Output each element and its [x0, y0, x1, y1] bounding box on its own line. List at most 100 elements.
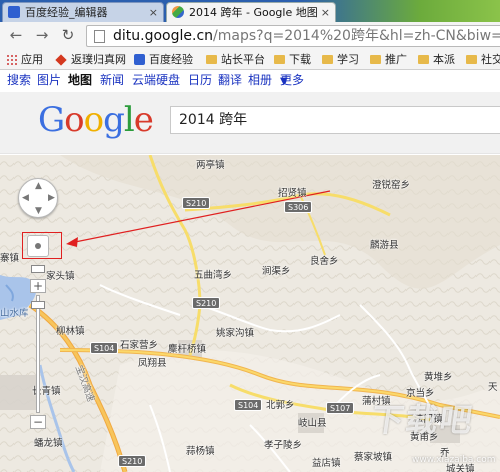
tab-label: 2014 跨年 - Google 地图 [189, 6, 318, 19]
road-shield: S210 [118, 455, 147, 467]
road-shield: S104 [234, 399, 263, 411]
watermark-logo: 下载吧 [369, 401, 477, 439]
google-maps-favicon-icon [172, 6, 184, 18]
google-logo[interactable]: Google [38, 100, 154, 140]
road-shield: S306 [284, 201, 313, 213]
bookmark-folder-benpai[interactable]: 本派 [418, 50, 455, 69]
place-label: 两亭镇 [196, 160, 225, 171]
place-label: 岐山县 [298, 418, 327, 429]
nav-more-label: 更多 [280, 73, 305, 87]
address-bar[interactable]: ditu.google.cn/maps?q=2014%20跨年&hl=zh-CN… [86, 25, 500, 47]
bookmark-label: 学习 [337, 53, 359, 66]
bookmark-site-icon [134, 54, 145, 65]
close-icon[interactable]: × [321, 3, 330, 22]
url-path: /maps?q=2014%20跨年&hl=zh-CN&biw=8 [213, 28, 500, 44]
folder-icon [418, 55, 429, 64]
water-label: 山水库 [0, 308, 29, 319]
place-label: 麇杆桥镇 [168, 344, 207, 355]
bookmark-folder-promotion[interactable]: 推广 [370, 50, 407, 69]
google-header: Google 2014 跨年 [0, 92, 500, 154]
pegman-handle-icon[interactable] [31, 265, 45, 273]
folder-icon [274, 55, 285, 64]
search-input[interactable]: 2014 跨年 [170, 106, 500, 134]
nav-photos[interactable]: 相册 [248, 70, 272, 91]
zoom-in-button[interactable]: + [30, 279, 46, 293]
annotation-highlight-box [22, 232, 62, 259]
bookmark-fanpu[interactable]: 返璞归真网 [55, 50, 126, 69]
road-shield: S104 [90, 342, 119, 354]
nav-calendar[interactable]: 日历 [188, 70, 212, 91]
bookmark-apps[interactable]: 应用 [6, 50, 43, 69]
zoom-slider-track[interactable] [36, 295, 40, 413]
place-label: 天 [488, 382, 498, 393]
folder-icon [370, 55, 381, 64]
pan-left-icon[interactable]: ◀ [22, 194, 29, 203]
road-shield: S107 [326, 402, 355, 414]
place-label: 澄锐窑乡 [372, 180, 411, 191]
bookmark-label: 应用 [21, 53, 43, 66]
watermark-url: www.xiazaiba.com [412, 455, 496, 465]
bookmark-label: 推广 [385, 53, 407, 66]
nav-images[interactable]: 图片 [37, 70, 61, 91]
place-label: 益店镇 [312, 458, 341, 469]
bookmark-folder-download[interactable]: 下载 [274, 50, 311, 69]
browser-toolbar: ← → ↻ ditu.google.cn/maps?q=2014%20跨年&hl… [0, 22, 500, 50]
place-label: 凤翔县 [138, 358, 167, 369]
place-label: 家头镇 [46, 271, 75, 282]
place-label: 石家营乡 [120, 340, 159, 351]
pan-down-icon[interactable]: ▼ [35, 207, 42, 216]
apps-icon [6, 54, 17, 65]
tab-label: 百度经验_编辑器 [25, 6, 108, 19]
nav-search[interactable]: 搜索 [7, 70, 31, 91]
place-label: 麟游县 [370, 240, 399, 251]
tab-baidu-editor[interactable]: 百度经验_编辑器 × [2, 2, 164, 22]
pan-right-icon[interactable]: ▶ [48, 194, 55, 203]
map-canvas[interactable]: 两亭镇 招贤镇 澄锐窑乡 麟游县 良舍乡 五曲湾乡 涧渠乡 石家营乡 姚家沟镇 … [0, 155, 500, 472]
tab-google-maps[interactable]: 2014 跨年 - Google 地图 × [166, 2, 336, 22]
bookmarks-bar: 应用 返璞归真网 百度经验 站长平台 下载 学习 推广 本派 社交 [0, 50, 500, 70]
place-label: 北郭乡 [266, 400, 295, 411]
nav-news[interactable]: 新闻 [100, 70, 124, 91]
close-icon[interactable]: × [149, 3, 158, 22]
bookmark-baidu-jingyan[interactable]: 百度经验 [134, 50, 193, 69]
bookmark-label: 社交 [481, 53, 500, 66]
bookmark-folder-study[interactable]: 学习 [322, 50, 359, 69]
url-domain: ditu.google.cn [113, 28, 214, 44]
place-label: 涧渠乡 [262, 266, 291, 277]
bookmark-label: 下载 [289, 53, 311, 66]
bookmark-label: 站长平台 [221, 53, 265, 66]
pan-up-icon[interactable]: ▲ [35, 182, 42, 191]
nav-drive[interactable]: 云端硬盘 [132, 70, 180, 91]
google-nav-bar: 搜索 图片 地图 新闻 云端硬盘 日历 翻译 相册 更多 ▼ [0, 70, 500, 92]
back-button[interactable]: ← [6, 26, 26, 46]
nav-more[interactable]: 更多 ▼ [280, 70, 304, 92]
place-label: 孝子陵乡 [264, 440, 303, 451]
folder-icon [466, 55, 477, 64]
place-label: 蒜杨镇 [186, 446, 215, 457]
place-label: 招贤镇 [278, 188, 307, 199]
place-label: 蟠龙镇 [34, 438, 63, 449]
bookmark-label: 返璞归真网 [71, 53, 126, 66]
place-label: 五曲湾乡 [194, 270, 233, 281]
bookmark-folder-webmaster[interactable]: 站长平台 [206, 50, 265, 69]
baidu-favicon-icon [8, 6, 20, 18]
nav-maps[interactable]: 地图 [68, 70, 92, 91]
bookmark-label: 百度经验 [149, 53, 193, 66]
pan-control[interactable]: ▲ ▼ ◀ ▶ [18, 178, 58, 218]
place-label: 蔡家坡镇 [354, 452, 393, 463]
place-label: 良舍乡 [310, 256, 339, 267]
zoom-control: + − [30, 265, 46, 435]
place-label: 姚家沟镇 [216, 328, 255, 339]
place-label: 黄堆乡 [424, 372, 453, 383]
road-shield: S210 [182, 197, 211, 209]
tab-strip: 百度经验_编辑器 × 2014 跨年 - Google 地图 × [0, 0, 500, 22]
folder-icon [206, 55, 217, 64]
nav-translate[interactable]: 翻译 [218, 70, 242, 91]
bookmark-label: 本派 [433, 53, 455, 66]
reload-button[interactable]: ↻ [58, 26, 78, 46]
road-shield: S210 [192, 297, 221, 309]
zoom-out-button[interactable]: − [30, 415, 46, 429]
zoom-slider-handle[interactable] [31, 301, 45, 309]
bookmark-folder-social[interactable]: 社交 [466, 50, 500, 69]
forward-button[interactable]: → [32, 26, 52, 46]
